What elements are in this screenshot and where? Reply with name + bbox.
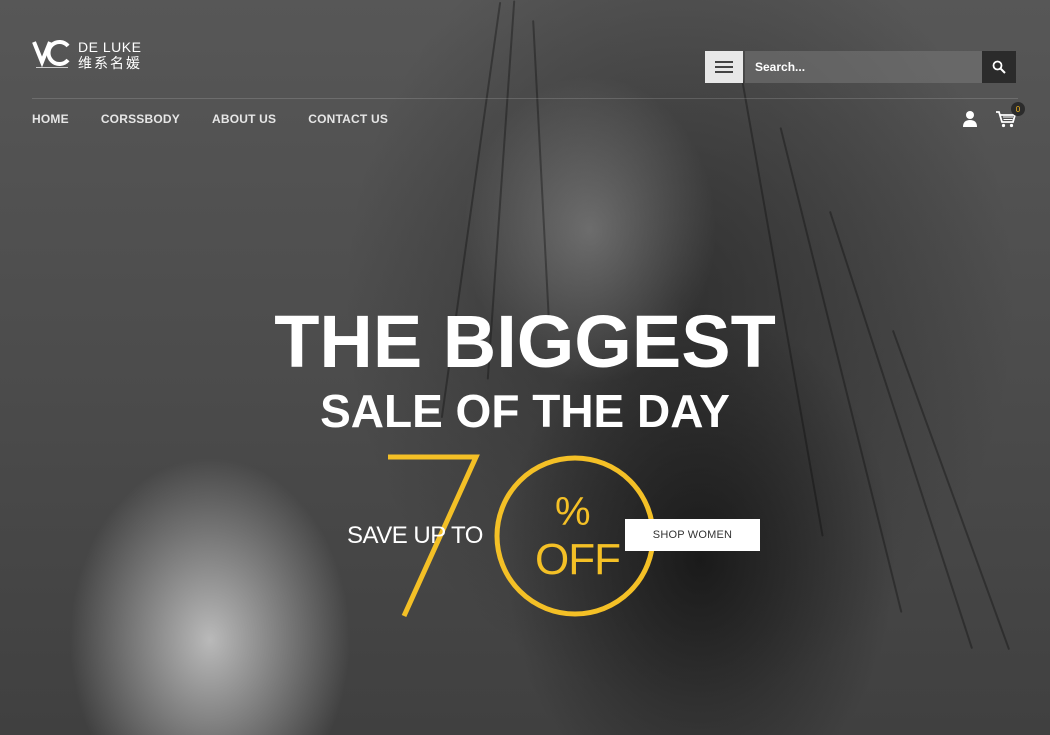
logo-name-en: DE LUKE bbox=[78, 38, 142, 55]
off-label: OFF bbox=[535, 535, 621, 584]
user-account-icon[interactable] bbox=[961, 110, 979, 128]
site-logo[interactable]: DE LUKE 维系名媛 bbox=[32, 38, 142, 72]
menu-toggle-button[interactable] bbox=[705, 51, 743, 83]
nav-item-about-us[interactable]: ABOUT US bbox=[212, 112, 276, 126]
search-icon bbox=[992, 60, 1006, 74]
main-nav: HOME CORSSBODY ABOUT US CONTACT US bbox=[32, 112, 388, 126]
nav-item-corssbody[interactable]: CORSSBODY bbox=[101, 112, 180, 126]
logo-mark-icon bbox=[32, 38, 72, 72]
search-button[interactable] bbox=[982, 51, 1016, 83]
hero-headline: THE BIGGEST bbox=[274, 300, 776, 383]
cart-count-badge: 0 bbox=[1011, 102, 1025, 116]
save-up-to-label: SAVE UP TO bbox=[347, 522, 483, 549]
nav-item-home[interactable]: HOME bbox=[32, 112, 69, 126]
hero-subheadline: SALE OF THE DAY bbox=[320, 385, 730, 437]
percent-number: 70 bbox=[380, 448, 382, 449]
search-input[interactable] bbox=[745, 51, 982, 83]
percent-sign: % bbox=[555, 490, 591, 534]
hamburger-icon bbox=[715, 61, 733, 63]
header-divider bbox=[32, 98, 1018, 99]
nav-item-contact-us[interactable]: CONTACT US bbox=[308, 112, 388, 126]
shop-women-button[interactable]: SHOP WOMEN bbox=[625, 519, 760, 551]
logo-name-cn: 维系名媛 bbox=[78, 55, 142, 72]
